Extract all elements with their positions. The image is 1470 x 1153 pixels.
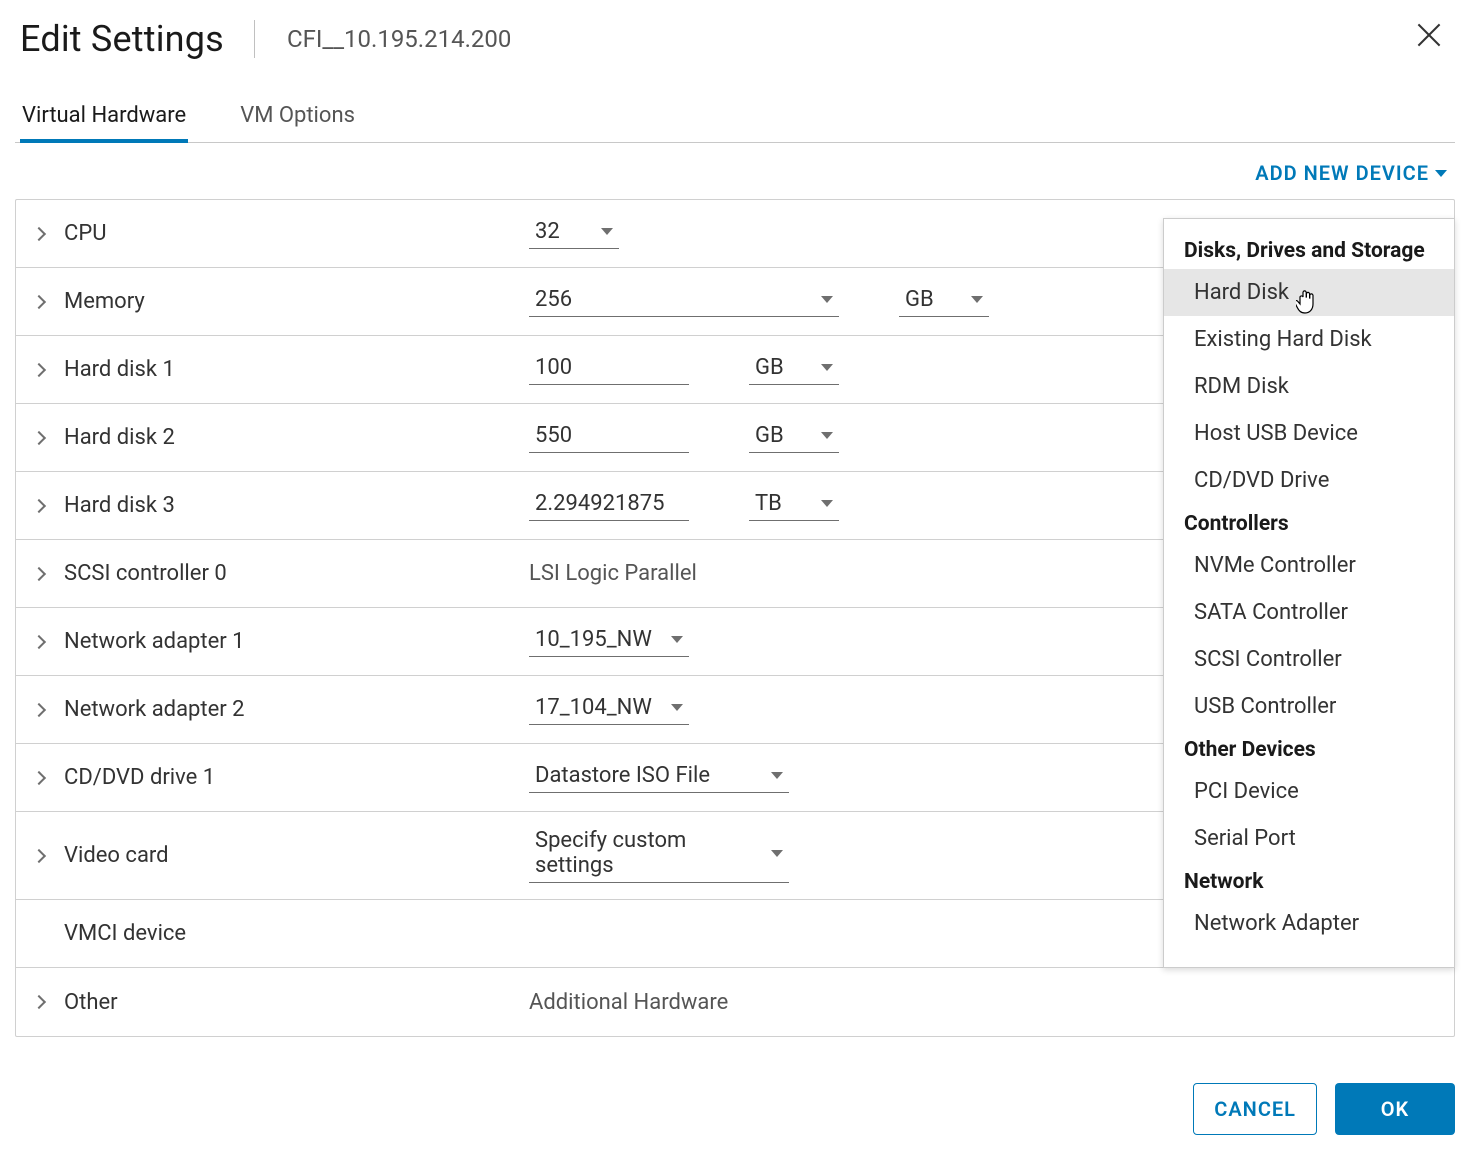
menu-item-serial-port[interactable]: Serial Port [1164,815,1454,862]
expand-icon[interactable] [34,499,48,513]
cddvd-label: CD/DVD drive 1 [64,765,529,790]
hd1-unit-value: GB [755,355,784,380]
expand-icon[interactable] [34,995,48,1009]
expand-icon[interactable] [34,363,48,377]
menu-item-host-usb-device[interactable]: Host USB Device [1164,410,1454,457]
hd1-size-value: 100 [535,355,572,380]
dialog-footer: CANCEL OK [1193,1083,1455,1135]
add-device-row: ADD NEW DEVICE [15,143,1455,199]
menu-item-rdm-disk[interactable]: RDM Disk [1164,363,1454,410]
dialog-subtitle: CFI__10.195.214.200 [287,25,511,53]
net2-select[interactable]: 17_104_NW [529,695,689,725]
other-text: Additional Hardware [529,990,728,1015]
expand-icon[interactable] [34,771,48,785]
expand-icon[interactable] [34,567,48,581]
net1-select[interactable]: 10_195_NW [529,627,689,657]
chevron-down-icon [821,500,833,507]
menu-item-existing-hard-disk[interactable]: Existing Hard Disk [1164,316,1454,363]
hd2-unit-select[interactable]: GB [749,423,839,453]
expand-placeholder [34,927,48,941]
memory-unit-select[interactable]: GB [899,287,989,317]
chevron-down-icon [821,296,833,303]
chevron-down-icon [1435,170,1447,177]
chevron-down-icon [771,772,783,779]
hd1-unit-select[interactable]: GB [749,355,839,385]
menu-heading-storage: Disks, Drives and Storage [1164,231,1454,269]
video-value: Specify custom settings [535,828,753,878]
hd2-label: Hard disk 2 [64,425,529,450]
hd3-size-value: 2.294921875 [535,491,664,516]
menu-item-cd-dvd-drive[interactable]: CD/DVD Drive [1164,457,1454,504]
hd1-size-input[interactable]: 100 [529,355,689,385]
chevron-down-icon [771,850,783,857]
hd2-size-input[interactable]: 550 [529,423,689,453]
hd3-unit-select[interactable]: TB [749,491,839,521]
menu-heading-controllers: Controllers [1164,504,1454,542]
dialog-header: Edit Settings CFI__10.195.214.200 [15,18,1455,60]
menu-item-network-adapter[interactable]: Network Adapter [1164,900,1454,947]
menu-heading-network: Network [1164,862,1454,900]
close-icon[interactable] [1414,20,1444,50]
dialog-title: Edit Settings [20,18,224,60]
add-new-device-label: ADD NEW DEVICE [1255,161,1429,185]
net2-label: Network adapter 2 [64,697,529,722]
hd3-label: Hard disk 3 [64,493,529,518]
cpu-label: CPU [64,221,529,246]
video-mode-select[interactable]: Specify custom settings [529,828,789,883]
chevron-down-icon [601,228,613,235]
add-new-device-button[interactable]: ADD NEW DEVICE [1255,161,1447,185]
menu-item-pci-device[interactable]: PCI Device [1164,768,1454,815]
memory-size-select[interactable]: 256 [529,287,839,317]
row-other: Other Additional Hardware [16,968,1454,1036]
ok-button[interactable]: OK [1335,1083,1455,1135]
expand-icon[interactable] [34,227,48,241]
tab-vm-options[interactable]: VM Options [238,95,357,142]
video-label: Video card [64,843,529,868]
cddvd-source-select[interactable]: Datastore ISO File [529,763,789,793]
cancel-button[interactable]: CANCEL [1193,1083,1317,1135]
menu-item-hard-disk[interactable]: Hard Disk [1164,269,1454,316]
net1-value: 10_195_NW [535,627,652,652]
hd2-size-value: 550 [535,423,572,448]
vmci-label: VMCI device [64,921,529,946]
menu-heading-other-devices: Other Devices [1164,730,1454,768]
hd1-label: Hard disk 1 [64,357,529,382]
expand-icon[interactable] [34,703,48,717]
tab-virtual-hardware[interactable]: Virtual Hardware [20,95,188,142]
memory-size-value: 256 [535,287,572,312]
cpu-count-select[interactable]: 32 [529,219,619,249]
expand-icon[interactable] [34,849,48,863]
chevron-down-icon [821,432,833,439]
cpu-count-value: 32 [535,219,560,244]
other-label: Other [64,990,529,1015]
menu-item-usb-controller[interactable]: USB Controller [1164,683,1454,730]
expand-icon[interactable] [34,431,48,445]
net1-label: Network adapter 1 [64,629,529,654]
tab-bar: Virtual Hardware VM Options [15,95,1455,143]
scsi0-type: LSI Logic Parallel [529,561,697,586]
net2-value: 17_104_NW [535,695,652,720]
memory-unit-value: GB [905,287,934,312]
hd2-unit-value: GB [755,423,784,448]
chevron-down-icon [671,704,683,711]
hd3-size-input[interactable]: 2.294921875 [529,491,689,521]
header-divider [254,20,255,58]
chevron-down-icon [971,296,983,303]
chevron-down-icon [821,364,833,371]
hd3-unit-value: TB [755,491,782,516]
memory-label: Memory [64,289,529,314]
cddvd-value: Datastore ISO File [535,763,710,788]
menu-item-nvme-controller[interactable]: NVMe Controller [1164,542,1454,589]
expand-icon[interactable] [34,295,48,309]
menu-item-scsi-controller[interactable]: SCSI Controller [1164,636,1454,683]
add-new-device-menu: Disks, Drives and Storage Hard Disk Exis… [1163,218,1455,968]
chevron-down-icon [671,636,683,643]
scsi0-label: SCSI controller 0 [64,561,529,586]
menu-item-sata-controller[interactable]: SATA Controller [1164,589,1454,636]
expand-icon[interactable] [34,635,48,649]
